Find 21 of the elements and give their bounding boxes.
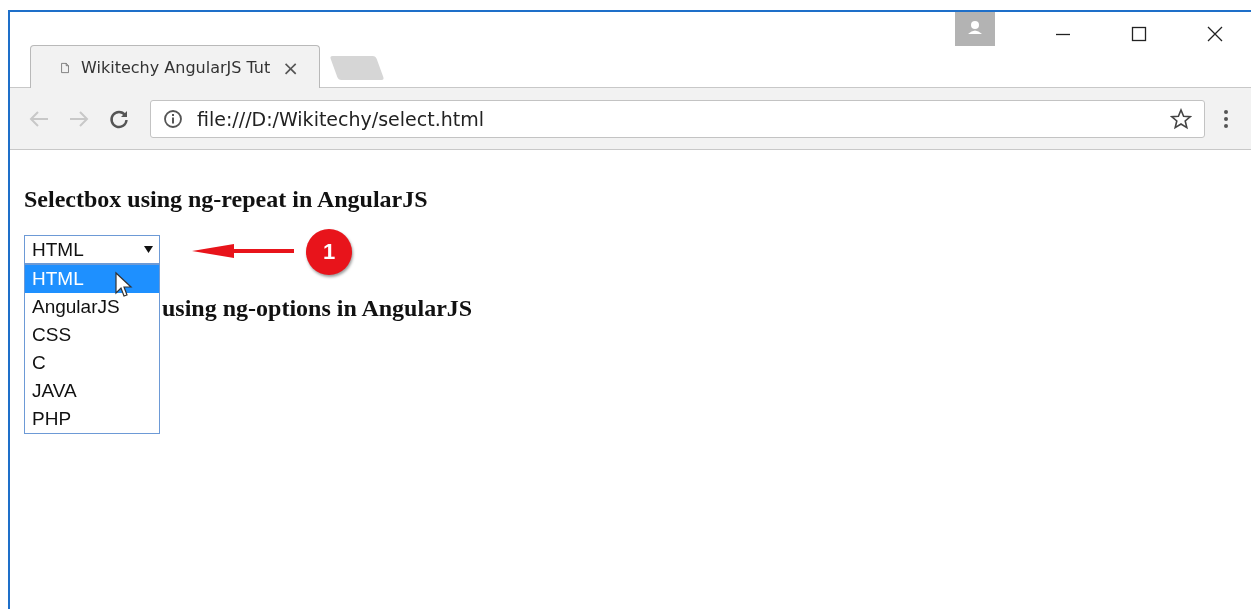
caret-icon	[144, 246, 153, 253]
tab-close-button[interactable]: ×	[282, 55, 299, 80]
arrow-icon	[192, 243, 294, 259]
browser-tab[interactable]: Wikitechy AngularJS Tut ×	[30, 45, 320, 89]
dropdown-option[interactable]: PHP	[25, 405, 159, 433]
page-heading: using ng-options in AngularJS	[162, 295, 474, 322]
star-icon[interactable]	[1170, 107, 1192, 130]
dropdown-option[interactable]: C	[25, 349, 159, 377]
maximize-icon[interactable]	[1131, 26, 1147, 42]
dropdown-option[interactable]: AngularJS	[25, 293, 159, 321]
address-bar[interactable]: file:///D:/Wikitechy/select.html	[150, 99, 1205, 138]
page-heading: Selectbox using ng-repeat in AngularJS	[24, 186, 429, 213]
menu-icon[interactable]	[1223, 107, 1229, 130]
info-icon[interactable]	[163, 108, 183, 129]
dropdown-option[interactable]: CSS	[25, 321, 159, 349]
url-text: file:///D:/Wikitechy/select.html	[197, 107, 485, 130]
select-box[interactable]: HTML	[24, 235, 160, 264]
close-icon[interactable]	[1207, 26, 1223, 42]
dropdown-option[interactable]: JAVA	[25, 377, 159, 405]
tab-title: Wikitechy AngularJS Tut	[81, 58, 271, 77]
step-badge: 1	[306, 229, 352, 275]
